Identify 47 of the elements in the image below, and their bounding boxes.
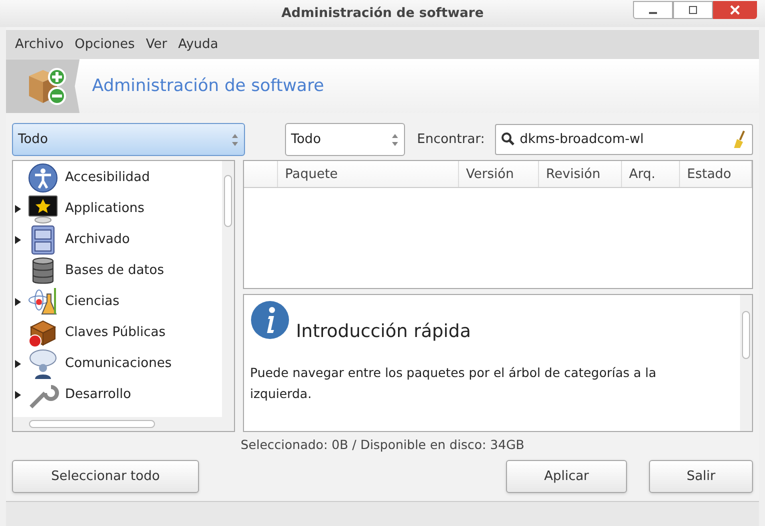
expander-icon[interactable]	[15, 390, 21, 399]
disk-status: Seleccionado: 0B / Disponible en disco: 34GB	[240, 436, 526, 454]
minimize-button[interactable]	[633, 1, 673, 19]
select-all-button[interactable]: Seleccionar todo	[12, 460, 199, 493]
expander-icon[interactable]	[15, 360, 21, 368]
horizontal-scrollbar[interactable]	[13, 417, 234, 432]
search-icon	[500, 132, 515, 146]
header-title: Administración de software	[92, 74, 324, 98]
expander-icon[interactable]	[15, 298, 21, 306]
close-icon	[730, 5, 740, 15]
tree-item[interactable]: Applications	[13, 193, 222, 224]
tree-item[interactable]: Desarrollo	[13, 379, 222, 410]
menu-item[interactable]: Ayuda	[173, 35, 224, 54]
column-header[interactable]: Paquete	[278, 161, 459, 188]
category-dropdown[interactable]: Todo	[12, 123, 245, 156]
monitor-star-icon	[27, 192, 59, 225]
vertical-scrollbar[interactable]	[740, 295, 752, 432]
tree-item[interactable]: Archivado	[13, 224, 222, 256]
window-title: Administración de software	[281, 4, 484, 23]
status-dropdown[interactable]: Todo	[285, 123, 405, 156]
info-text: Puede navegar entre los paquetes por el árbol de categorías a la izquierda.	[250, 364, 658, 404]
search-field[interactable]: dkms-broadcom-wl	[494, 124, 753, 156]
expander-icon[interactable]	[15, 236, 21, 244]
column-header[interactable]: Arq.	[622, 161, 680, 188]
spin-arrows-icon	[391, 132, 399, 147]
quit-button[interactable]: Salir	[649, 460, 753, 493]
phone-person-icon	[27, 348, 59, 380]
menu-item[interactable]: Ver	[140, 35, 172, 54]
tree-item[interactable]: Accesibilidad	[13, 162, 222, 194]
close-button[interactable]	[713, 1, 757, 19]
tree-item[interactable]: Ciencias	[13, 286, 222, 318]
tree-item[interactable]: Claves Públicas	[13, 317, 222, 348]
tree-item[interactable]: Comunicaciones	[13, 348, 222, 380]
column-header[interactable]: Estado	[680, 161, 752, 188]
spin-arrows-icon	[231, 132, 239, 147]
search-label: Encontrar:	[417, 131, 485, 149]
menu-item[interactable]: Opciones	[70, 35, 140, 54]
broom-icon[interactable]	[732, 130, 747, 148]
menu-item[interactable]: Archivo	[10, 35, 69, 54]
column-header[interactable]: Revisión	[539, 161, 622, 188]
vertical-scrollbar[interactable]	[222, 161, 234, 418]
tree-item[interactable]: Bases de datos	[13, 255, 222, 286]
expander-icon[interactable]	[15, 204, 21, 213]
info-title: Introducción rápida	[296, 320, 471, 344]
maximize-button[interactable]	[673, 1, 713, 19]
apply-button[interactable]: Aplicar	[506, 460, 627, 493]
column-header[interactable]: Versión	[459, 161, 539, 188]
